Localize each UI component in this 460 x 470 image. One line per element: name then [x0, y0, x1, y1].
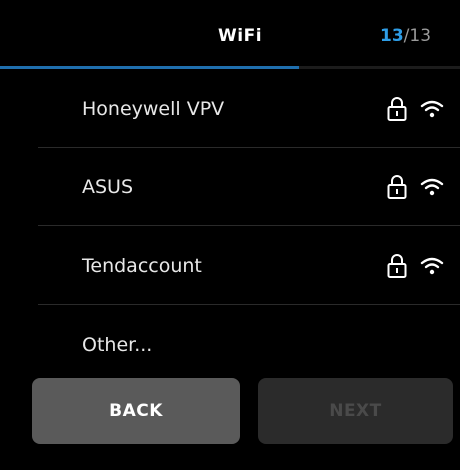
progress-track — [0, 66, 460, 69]
wifi-signal-icon — [420, 100, 444, 118]
network-name: Tendaccount — [82, 255, 202, 277]
row-divider — [38, 304, 460, 305]
back-button[interactable]: BACK — [32, 378, 240, 444]
step-total: 13 — [409, 26, 432, 46]
lock-icon — [387, 254, 407, 278]
step-counter: 13/13 — [380, 26, 431, 46]
step-current: 13 — [380, 26, 404, 46]
network-item-tendaccount[interactable]: Tendaccount — [0, 227, 460, 305]
wifi-signal-icon — [420, 257, 444, 275]
network-item-asus[interactable]: ASUS — [0, 148, 460, 226]
network-name: Other... — [82, 334, 153, 356]
network-item-honeywell-vpv[interactable]: Honeywell VPV — [0, 70, 460, 148]
network-item-other[interactable]: Other... — [0, 306, 460, 380]
network-list: Honeywell VPV ASUS Tendaccount Other... — [0, 70, 460, 380]
network-name: ASUS — [82, 176, 134, 198]
network-name: Honeywell VPV — [82, 98, 225, 120]
row-divider — [38, 225, 460, 226]
lock-icon — [387, 97, 407, 121]
wifi-setup-screen: WiFi 13/13 Honeywell VPV ASUS Tendaccoun… — [0, 0, 460, 470]
next-button[interactable]: NEXT — [258, 378, 453, 444]
page-title: WiFi — [218, 26, 263, 46]
lock-icon — [387, 175, 407, 199]
header: WiFi 13/13 — [0, 0, 460, 70]
wifi-signal-icon — [420, 178, 444, 196]
progress-fill — [0, 66, 299, 69]
